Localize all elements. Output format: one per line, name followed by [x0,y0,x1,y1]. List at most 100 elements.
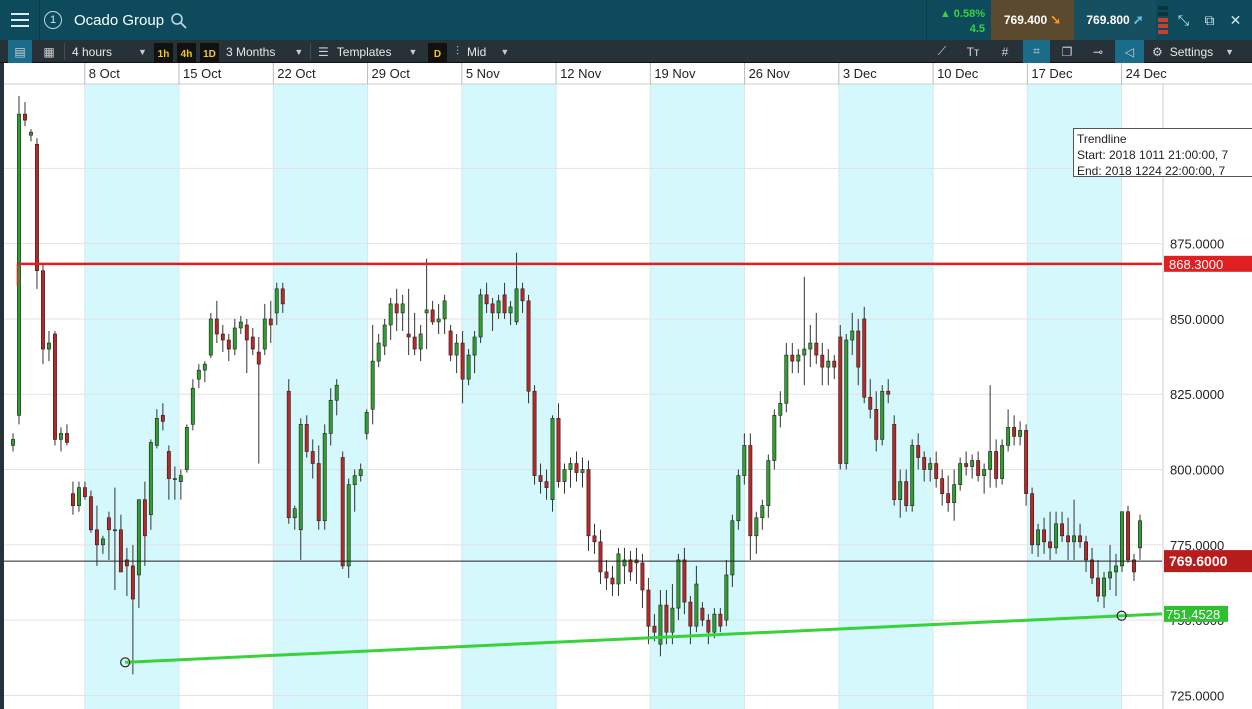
candle-down [646,589,651,627]
candle-up [730,520,735,576]
candle-down [316,463,321,522]
candle-up [754,517,759,537]
candle-up [274,288,279,314]
candle-up [370,360,375,410]
text-tool-icon[interactable]: Tт [962,40,984,63]
candle-up [958,463,963,485]
candle-down [892,424,897,500]
candle-up [262,318,267,350]
candle-up [778,402,783,416]
candle-down [160,415,165,422]
tooltip-end: End: 2018 1224 22:00:00, 7 [1077,164,1226,177]
candle-up [298,424,303,531]
candle-up [496,300,501,314]
search-icon[interactable] [170,12,188,30]
candle-up [478,294,483,338]
candle-down [1048,541,1053,549]
candle-down [964,463,969,467]
candle-down [556,418,561,482]
candle-down [886,390,891,395]
candle-down [526,300,531,392]
candle-up [508,306,513,314]
week-band [84,84,180,709]
candle-down [340,457,345,567]
chevron-down-icon: ▼ [294,46,304,57]
resistance-price-label: 868.3000 [1169,257,1223,272]
grid-icon[interactable]: # [994,40,1016,63]
templates-icon: ☰ [318,44,329,59]
candle-down [574,463,579,473]
candle-up [970,460,975,467]
copy-icon[interactable]: ❐ [1056,40,1078,63]
candle-up [472,336,477,356]
arrow-down-icon: ➘ [1050,12,1062,27]
candle-down [1096,577,1100,597]
info-icon: 1 [44,11,62,29]
candle-up [808,342,813,350]
candle-down [35,143,39,272]
candle-up [202,363,207,371]
candle-down [65,433,69,443]
candle-up [898,481,903,500]
candle-up [1018,430,1023,437]
sell-price: 769.400 [1003,13,1048,27]
settings-button[interactable]: ⚙ Settings ▼ [1152,40,1234,63]
candle-up [1072,535,1077,543]
week-band [461,84,557,709]
candle-up [148,442,153,516]
sell-button[interactable]: 769.400 ➘ [991,0,1074,40]
candle-down [706,619,711,633]
candle-down [814,342,819,356]
candle-down [394,303,399,314]
candle-up [358,469,363,476]
interval-value: 4 hours [72,44,113,59]
collapse-icon[interactable]: ⤡ [1170,0,1197,40]
candle-down [664,604,669,633]
candle-up [742,445,747,476]
draw-line-icon[interactable]: ⟋ [931,40,953,63]
magnet-icon[interactable]: ⊸ [1087,40,1109,63]
candle-down [484,294,489,305]
grid-layout-icon[interactable]: ▦ [38,40,60,63]
candlestick-chart[interactable]: 8 Oct 15 Oct 22 Oct 29 Oct 5 Nov 12 Nov 19 Nov… [4,63,1252,709]
candle-down [53,333,57,440]
x-tick-label: 17 Dec [1031,66,1073,81]
crosshair-icon[interactable]: ⌗ [1023,40,1050,63]
candle-up [1000,445,1005,479]
candle-up [988,451,993,470]
x-tick-label: 10 Dec [937,66,979,81]
chart-area[interactable]: 8 Oct 15 Oct 22 Oct 29 Oct 5 Nov 12 Nov 19 Nov… [0,63,1252,709]
close-icon[interactable]: ✕ [1222,0,1249,40]
candle-up [676,559,681,609]
instrument-name[interactable]: Ocado Group [74,0,164,40]
candle-up [826,360,831,368]
interval-select[interactable]: 4 hours ▼ [72,40,147,63]
y-tick-label: 850.0000 [1170,312,1224,327]
candle-down [946,493,951,503]
candle-down [226,339,231,350]
candle-down [41,270,45,350]
templates-select[interactable]: ☰ Templates ▼ [318,40,417,63]
candle-type-icon: ⫶ [456,44,460,58]
candle-down [286,390,291,519]
tag-icon[interactable]: ◁ [1115,40,1144,63]
info-button[interactable]: 1 [40,0,66,40]
candle-down [1084,541,1088,561]
candle-up [376,342,381,362]
price-type-select[interactable]: ⫶ Mid ▼ [456,40,509,63]
layout-icon[interactable]: ▤ [8,40,32,63]
chevron-down-icon: ▼ [1225,46,1235,57]
candle-up [178,475,183,482]
buy-button[interactable]: 769.800 ➚ [1074,0,1156,40]
candle-down [820,354,825,368]
candle-up [59,433,63,440]
candle-down [934,463,939,479]
period-select[interactable]: 3 Months ▼ [226,40,303,63]
candle-down [532,390,537,476]
candle-up [784,354,789,404]
candle-up [724,574,729,621]
menu-button[interactable] [0,0,40,40]
candle-down [748,445,753,537]
popout-icon[interactable]: ⧉ [1196,0,1223,40]
candle-up [772,415,777,461]
